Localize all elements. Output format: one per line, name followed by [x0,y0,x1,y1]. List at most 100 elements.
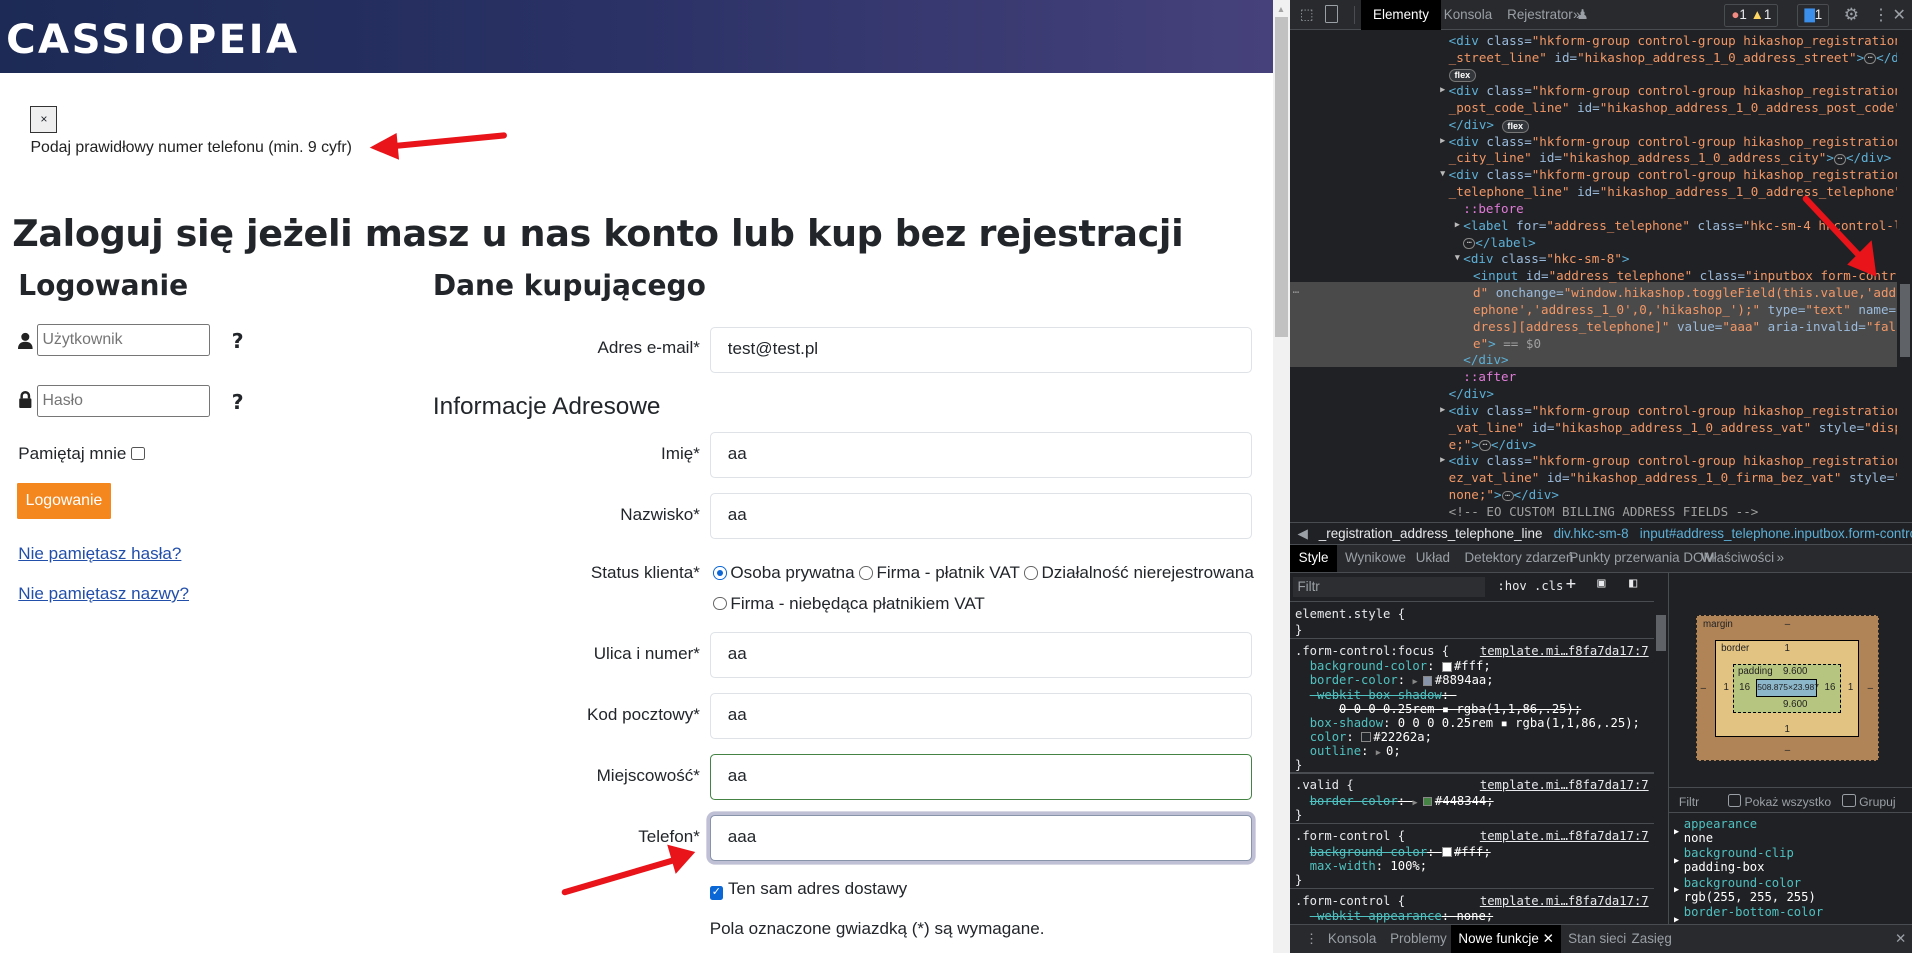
rule-source-link[interactable]: template.mi…f8fa7da17:7 [1480,893,1649,910]
ellipsis-button[interactable]: ⋯ [1463,238,1476,249]
collapse-arrow-icon[interactable]: ▼ [1440,166,1445,183]
property-name[interactable]: color [1310,730,1347,744]
dom-tree-line[interactable]: ::before [1463,200,1523,217]
color-swatch[interactable] [1441,847,1452,858]
device-toolbar-icon[interactable] [1325,4,1338,24]
color-swatch[interactable] [1422,675,1433,686]
property-name[interactable]: max-width [1310,859,1376,873]
dom-tree-line[interactable]: flex [1448,65,1477,83]
login-button[interactable]: Logowanie [17,482,111,520]
new-rule-plus-icon[interactable]: + [1566,574,1576,594]
expand-arrow-icon[interactable]: ▶ [1440,452,1445,469]
close-alert-button[interactable]: × [30,106,58,133]
username-help-icon[interactable]: ? [232,329,244,353]
more-options-icon[interactable]: ⋮ [1873,5,1889,25]
dom-tree-line[interactable]: _city_line" id="hikashop_address_1_0_add… [1449,149,1898,166]
computed-filter-input[interactable]: Filtr [1679,795,1699,809]
ellipsis-button[interactable]: ⋯ [1833,154,1846,165]
property-name[interactable]: background-color [1310,845,1427,859]
postcode-field[interactable]: aa [709,692,1253,739]
same-address-option[interactable]: ✓ Ten sam adres dostawy [709,879,907,900]
style-declaration[interactable]: max-width: 100%; [1295,858,1427,875]
password-input[interactable] [36,385,210,418]
color-swatch[interactable] [1441,661,1452,672]
property-value[interactable]: #448344; [1435,794,1494,808]
show-all-checkbox[interactable]: Pokaż wszystko [1727,793,1831,809]
dom-tree-line[interactable]: ▼ <div class="hkc-sm-8"> [1455,250,1630,267]
drawer-tab-issues[interactable]: Problemy [1383,925,1454,953]
style-declaration[interactable]: -webkit-appearance: none; [1295,908,1493,924]
dom-tree-line[interactable]: ▶ <div class="hkform-group control-group … [1440,82,1897,99]
hov-toggle[interactable]: :hov [1497,579,1526,593]
status-option-private[interactable]: Osoba prywatna [713,563,855,582]
dom-tree-line[interactable]: ▶ <div class="hkform-group control-group … [1440,133,1897,150]
breadcrumb-item[interactable]: div.hkc-sm-8 [1554,526,1629,541]
dom-tree-line[interactable]: ez_vat_line" id="hikashop_address_1_0_fi… [1449,469,1898,486]
color-swatch[interactable] [1361,732,1371,742]
username-input[interactable] [36,324,210,357]
status-option-unregistered[interactable]: Działalność nierejestrowana [1024,563,1254,582]
last-name-field[interactable]: aa [709,492,1253,539]
dom-tree-line[interactable]: _street_line" id="hikashop_address_1_0_a… [1449,49,1898,66]
dom-tree-line[interactable]: ephone','address_1_0',0,'hikashop_');" t… [1473,301,1897,318]
password-help-icon[interactable]: ? [232,390,244,414]
computed-property[interactable]: ▶ background-clip padding-box [1674,846,1794,874]
expand-arrow-icon[interactable]: ▶ [1440,402,1445,419]
dom-tree-line[interactable]: ⋯ </label> [1463,234,1536,251]
cls-toggle[interactable]: .cls [1534,579,1563,593]
dom-tree-line[interactable]: ▼ <div class="hkform-group control-group … [1440,166,1897,183]
radio-icon[interactable] [713,596,727,611]
ellipsis-button[interactable]: ⋯ [1864,53,1877,64]
tab-console[interactable]: Konsola [1432,0,1505,30]
dom-tree-scrollbar[interactable] [1897,30,1912,522]
forgot-username-link[interactable]: Nie pamiętasz nazwy? [18,584,189,604]
remember-checkbox[interactable] [131,446,145,461]
messages-counter[interactable]: ▇1 [1797,3,1830,27]
style-tab[interactable]: Style [1290,544,1337,572]
property-value[interactable]: 100%; [1390,859,1427,873]
settings-gear-icon[interactable]: ⚙ [1844,5,1859,25]
first-name-field[interactable]: aa [709,431,1253,478]
rule-source-link[interactable]: template.mi…f8fa7da17:7 [1480,777,1649,794]
property-value[interactable]: #22262a; [1373,730,1432,744]
dom-tree-line[interactable]: e"> == $0 [1473,335,1541,352]
property-value[interactable]: 0 0 0 0.25rem ▪ rgba(1,1,86,.25); [1339,702,1581,716]
style-declaration[interactable]: outline: ▶ 0; [1295,743,1401,760]
phone-field[interactable]: aaa [709,814,1253,861]
expand-arrow-icon[interactable]: ▶ [1455,217,1460,234]
computed-property[interactable]: ▶ border-bottom-color [1674,905,1823,925]
street-field[interactable]: aa [709,631,1253,678]
property-value[interactable]: #fff; [1454,845,1491,859]
property-name[interactable]: border-color [1310,794,1398,808]
remember-me[interactable]: Pamiętaj mnie [18,444,145,464]
radio-icon[interactable] [859,566,873,580]
dom-tree-line[interactable]: _post_code_line" id="hikashop_address_1_… [1449,99,1898,116]
drawer-tab-console[interactable]: Konsola [1321,925,1384,953]
close-drawer-icon[interactable]: ✕ [1888,925,1912,953]
computed-property[interactable]: ▶ appearance none [1674,817,1757,845]
property-name[interactable]: background-color [1310,659,1427,673]
forgot-password-link[interactable]: Nie pamiętasz hasła? [18,544,181,564]
close-tab-icon[interactable]: ✕ [1543,931,1554,946]
dom-tree-line[interactable]: <!-- EO CUSTOM BILLING ADDRESS FIELDS --… [1449,503,1759,520]
dom-tree-line[interactable]: e;"> ⋯ </div> [1449,436,1537,453]
status-option-vat-company[interactable]: Firma - płatnik VAT [859,563,1020,582]
style-tab[interactable]: Układ [1407,545,1458,572]
inspect-element-icon[interactable]: ⬚ [1300,6,1314,23]
dom-tree-line[interactable]: </div> [1463,351,1508,368]
dom-tree-line[interactable]: d" onchange="window.hikashop.toggleField… [1473,284,1897,301]
computed-property[interactable]: ▶ background-color rgb(255, 255, 255) [1674,876,1816,904]
group-checkbox[interactable]: Grupuj [1842,793,1896,809]
expand-arrow-icon[interactable]: ▶ [1440,133,1445,150]
rule-source-link[interactable]: template.mi…f8fa7da17:7 [1480,828,1649,845]
dom-tree-line[interactable]: dress][address_telephone]" value="aaa" a… [1473,318,1897,335]
dom-tree-line[interactable]: ▶ <div class="hkform-group control-group … [1440,452,1897,469]
close-devtools-icon[interactable]: ✕ [1893,5,1906,25]
style-tab[interactable]: » [1768,545,1793,572]
property-value[interactable]: #8894aa; [1435,673,1494,687]
dom-tree-line[interactable]: _vat_line" id="hikashop_address_1_0_addr… [1449,419,1898,436]
status-option-non-vat-company[interactable]: Firma - niebędąca płatnikiem VAT [713,594,985,614]
property-name[interactable]: box-shadow [1310,716,1383,730]
dom-tree-line[interactable]: </div> [1449,385,1494,402]
rule-source-link[interactable]: template.mi…f8fa7da17:7 [1480,643,1649,660]
